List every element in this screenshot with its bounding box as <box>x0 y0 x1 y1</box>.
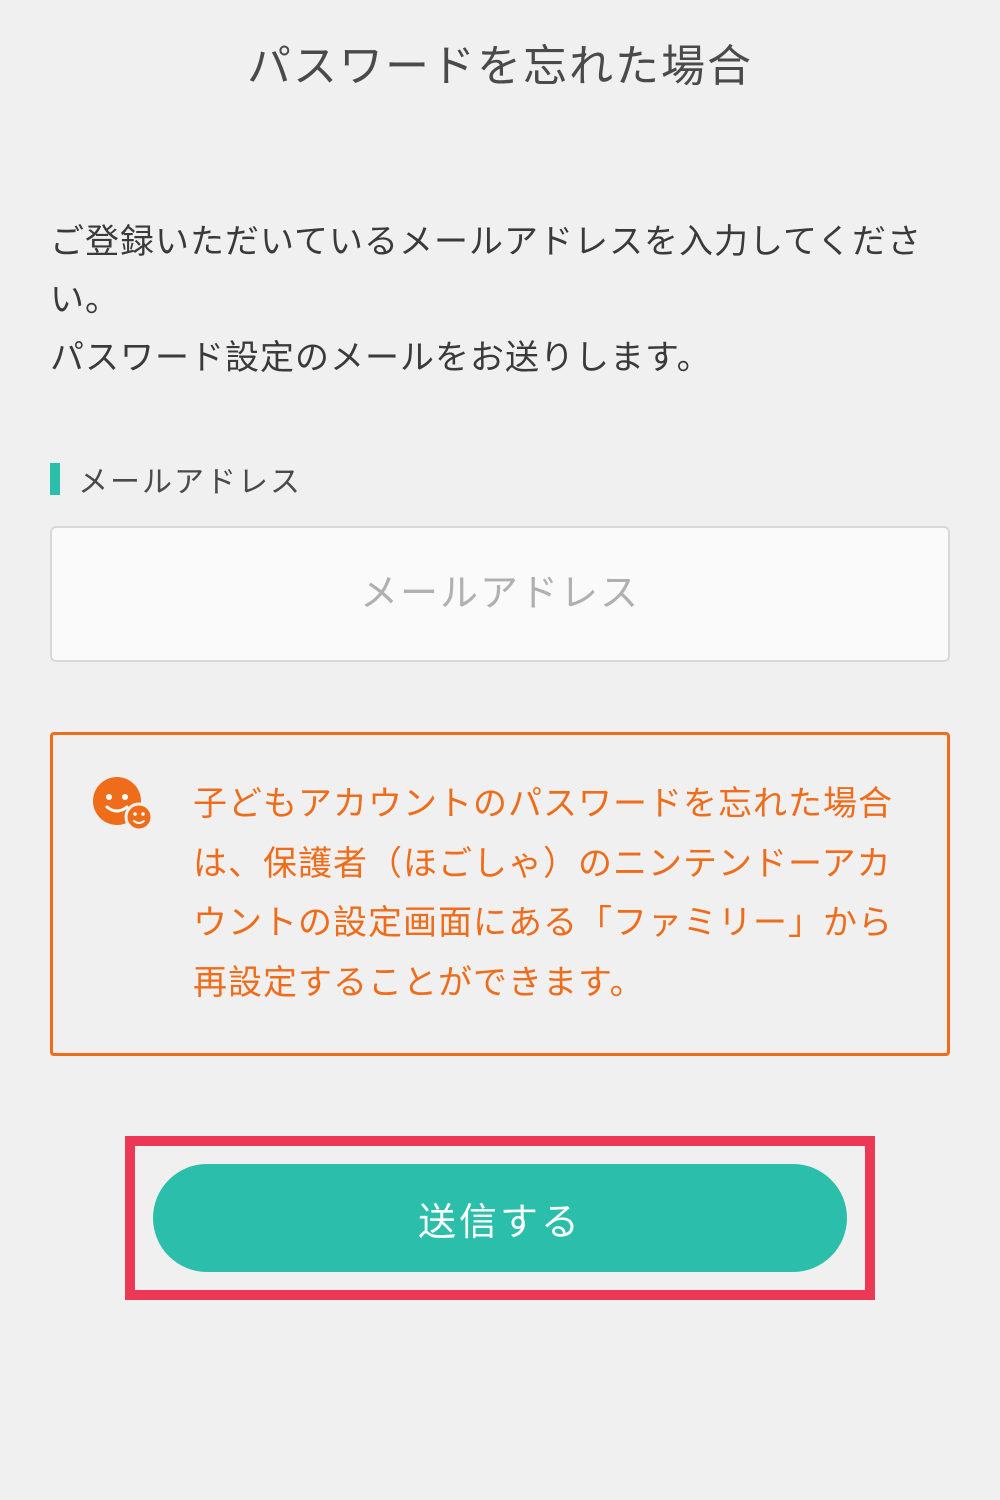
submit-button[interactable]: 送信する <box>153 1164 847 1272</box>
email-field-label-wrapper: メールアドレス <box>50 457 950 501</box>
field-marker-icon <box>50 463 60 495</box>
child-account-notice-text: 子どもアカウントのパスワードを忘れた場合は、保護者（ほごしゃ）のニンテンドーアカ… <box>193 775 907 1013</box>
instruction-line-1: ご登録いただいているメールアドレスを入力してください。 <box>50 223 922 319</box>
email-field-label: メールアドレス <box>78 457 302 501</box>
instruction-line-2: パスワード設定のメールをお送りします。 <box>50 339 712 377</box>
email-input[interactable] <box>50 526 950 662</box>
page-title: パスワードを忘れた場合 <box>50 0 950 124</box>
family-smile-icon <box>93 777 153 836</box>
instruction-text: ご登録いただいているメールアドレスを入力してください。 パスワード設定のメールを… <box>50 214 950 387</box>
child-account-notice: 子どもアカウントのパスワードを忘れた場合は、保護者（ほごしゃ）のニンテンドーアカ… <box>50 732 950 1056</box>
submit-button-highlight-frame: 送信する <box>125 1136 875 1300</box>
